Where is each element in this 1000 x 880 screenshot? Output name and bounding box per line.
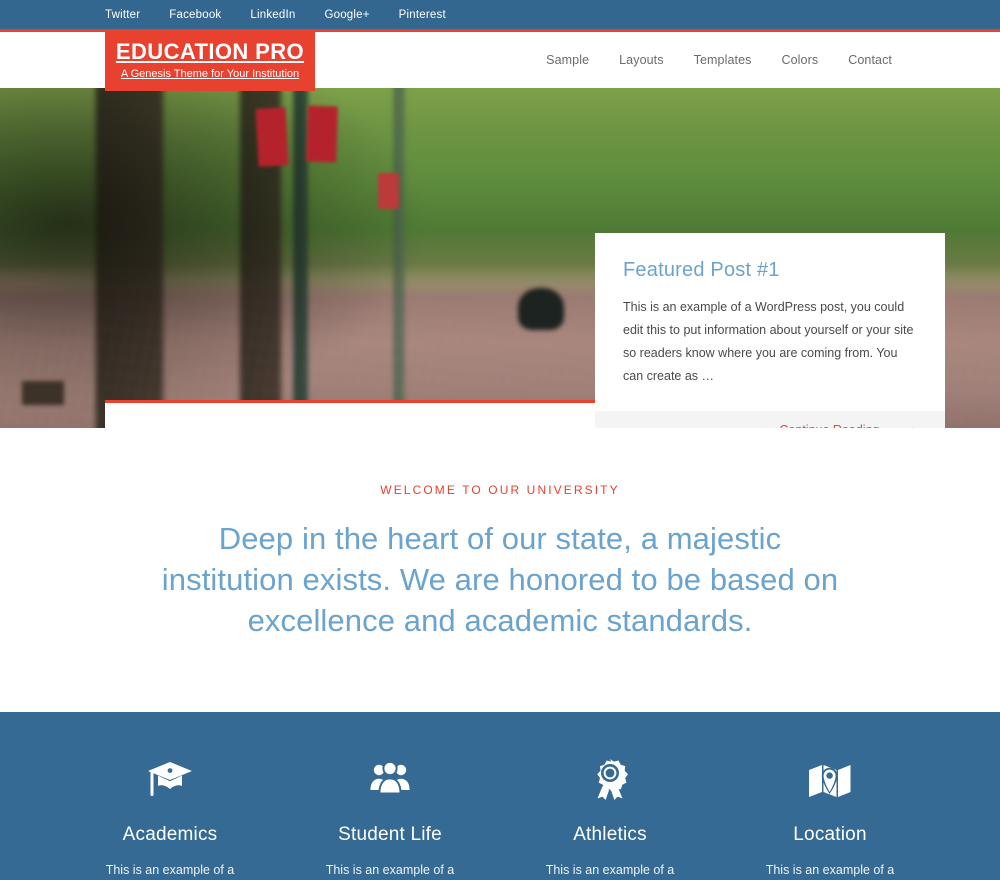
map-pin-icon [734, 756, 926, 802]
social-link-twitter[interactable]: Twitter [105, 9, 140, 21]
feature-title: Location [793, 823, 867, 845]
social-link-googleplus[interactable]: Google+ [324, 9, 369, 21]
features-section: Academics This is an example of a WordPr… [0, 711, 1000, 880]
hero-person-silhouette [518, 288, 564, 330]
featured-post-excerpt: This is an example of a WordPress post, … [623, 300, 914, 384]
site-tagline: A Genesis Theme for Your Institution [120, 68, 300, 81]
feature-column-athletics: Athletics This is an example of a WordPr… [500, 756, 720, 880]
social-bar: Twitter Facebook LinkedIn Google+ Pinter… [0, 0, 1000, 32]
welcome-section: Welcome to Our University Deep in the he… [0, 428, 1000, 712]
feature-text: This is an example of a WordPress Text W… [765, 862, 895, 877]
feature-title: Academics [122, 823, 218, 845]
hero-banner-decoration [255, 107, 289, 167]
nav-item-layouts[interactable]: Layouts [619, 53, 663, 67]
site-header: Sample Layouts Templates Colors Contact … [0, 29, 1000, 91]
hero-bench-decoration [22, 381, 64, 405]
primary-navigation: Sample Layouts Templates Colors Contact [546, 53, 892, 67]
graduation-cap-icon [74, 756, 266, 802]
feature-column-academics: Academics This is an example of a WordPr… [60, 756, 280, 880]
social-link-pinterest[interactable]: Pinterest [399, 9, 446, 21]
feature-title: Student Life [338, 823, 442, 845]
featured-post-card: Featured Post #1 This is an example of a… [595, 233, 945, 428]
feature-title: Athletics [573, 823, 647, 845]
social-link-linkedin[interactable]: LinkedIn [250, 9, 295, 21]
feature-column-student-life: Student Life This is an example of a Wor… [280, 756, 500, 880]
welcome-heading: Deep in the heart of our state, a majest… [161, 521, 839, 638]
feature-text: This is an example of a WordPress Text W… [325, 862, 455, 877]
feature-text: This is an example of a WordPress Text W… [105, 862, 235, 877]
award-ribbon-icon [514, 756, 706, 802]
site-title: EDUCATION PRO [115, 38, 305, 64]
feature-column-location: Location This is an example of a WordPre… [720, 756, 940, 880]
nav-item-templates[interactable]: Templates [694, 53, 752, 67]
group-people-icon [294, 756, 486, 802]
continue-reading-link[interactable]: Continue Reading [779, 423, 879, 428]
hero-section: Featured Post #1 This is an example of a… [0, 88, 1000, 428]
welcome-eyebrow: Welcome to Our University [380, 483, 620, 497]
featured-post-body: Featured Post #1 This is an example of a… [595, 233, 945, 411]
featured-post-title: Featured Post #1 [623, 259, 780, 281]
social-link-facebook[interactable]: Facebook [169, 9, 221, 21]
hero-sign-decoration [378, 173, 399, 209]
site-logo[interactable]: EDUCATION PRO A Genesis Theme for Your I… [105, 29, 315, 91]
feature-text: This is an example of a WordPress Text W… [545, 862, 675, 877]
hero-banner-decoration [306, 105, 338, 163]
nav-item-contact[interactable]: Contact [848, 53, 892, 67]
featured-post-footer: Continue Reading ⟶ [595, 410, 945, 429]
arrow-right-icon: ⟶ [895, 423, 917, 429]
nav-item-sample[interactable]: Sample [546, 53, 589, 67]
nav-item-colors[interactable]: Colors [781, 53, 818, 67]
